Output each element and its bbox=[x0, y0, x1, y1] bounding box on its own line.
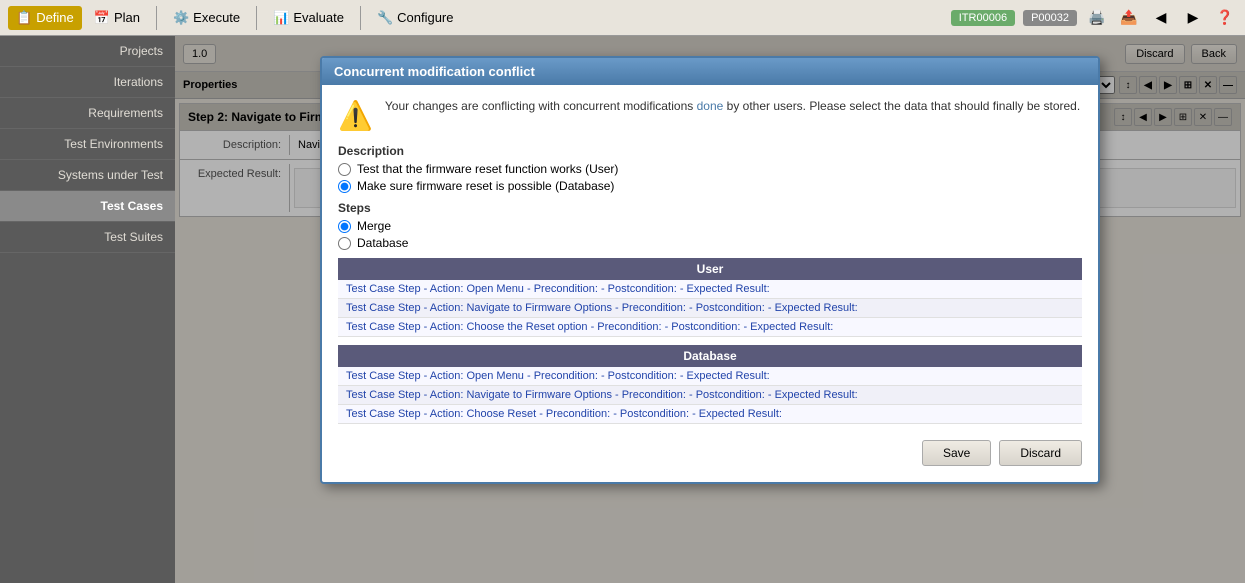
db-row-1: Test Case Step - Action: Open Menu - Pre… bbox=[338, 367, 1082, 386]
radio-user-desc-label: Test that the firmware reset function wo… bbox=[357, 162, 618, 176]
sidebar-item-projects[interactable]: Projects bbox=[0, 36, 175, 67]
export-icon[interactable]: 📤 bbox=[1117, 6, 1141, 30]
radio-database[interactable]: Database bbox=[338, 236, 1082, 250]
table-row: Test Case Step - Action: Navigate to Fir… bbox=[338, 299, 1082, 318]
content-area: 1.0 Discard Back Properties e View Mode … bbox=[175, 36, 1245, 583]
toolbar-plan[interactable]: 📅 Plan bbox=[86, 6, 148, 30]
radio-merge-input[interactable] bbox=[338, 220, 351, 233]
configure-icon: 🔧 bbox=[377, 10, 393, 26]
sidebar-item-test-cases[interactable]: Test Cases bbox=[0, 191, 175, 222]
dialog-warning: ⚠️ Your changes are conflicting with con… bbox=[338, 97, 1082, 132]
table-row: Test Case Step - Action: Open Menu - Pre… bbox=[338, 367, 1082, 386]
toolbar-right: ITR00006 P00032 🖨️ 📤 ◀ ▶ ❓ bbox=[951, 6, 1237, 30]
toolbar-separator bbox=[156, 6, 157, 30]
radio-merge[interactable]: Merge bbox=[338, 219, 1082, 233]
back-icon[interactable]: ◀ bbox=[1149, 6, 1173, 30]
sidebar-item-test-suites[interactable]: Test Suites bbox=[0, 222, 175, 253]
steps-section-label: Steps bbox=[338, 201, 1082, 215]
user-row-1: Test Case Step - Action: Open Menu - Pre… bbox=[338, 280, 1082, 299]
toolbar-configure[interactable]: 🔧 Configure bbox=[369, 6, 462, 30]
sidebar: Projects Iterations Requirements Test En… bbox=[0, 36, 175, 583]
discard-dialog-button[interactable]: Discard bbox=[999, 440, 1082, 466]
toolbar-separator-3 bbox=[360, 6, 361, 30]
execute-icon: ⚙️ bbox=[173, 10, 189, 26]
toolbar-define[interactable]: 📋 Define bbox=[8, 6, 82, 30]
warning-icon: ⚠️ bbox=[338, 99, 373, 132]
radio-user-desc[interactable]: Test that the firmware reset function wo… bbox=[338, 162, 1082, 176]
radio-user-desc-input[interactable] bbox=[338, 163, 351, 176]
table-row: Test Case Step - Action: Open Menu - Pre… bbox=[338, 280, 1082, 299]
user-row-3: Test Case Step - Action: Choose the Rese… bbox=[338, 318, 1082, 337]
description-section-label: Description bbox=[338, 144, 1082, 158]
toolbar-evaluate[interactable]: 📊 Evaluate bbox=[265, 6, 352, 30]
table-row: Test Case Step - Action: Choose Reset - … bbox=[338, 405, 1082, 424]
save-button[interactable]: Save bbox=[922, 440, 991, 466]
radio-database-input[interactable] bbox=[338, 237, 351, 250]
main-layout: Projects Iterations Requirements Test En… bbox=[0, 36, 1245, 583]
sidebar-item-requirements[interactable]: Requirements bbox=[0, 98, 175, 129]
conflict-dialog: Concurrent modification conflict ⚠️ Your… bbox=[320, 56, 1100, 484]
table-row: Test Case Step - Action: Navigate to Fir… bbox=[338, 386, 1082, 405]
sidebar-item-test-environments[interactable]: Test Environments bbox=[0, 129, 175, 160]
warning-text: Your changes are conflicting with concur… bbox=[385, 97, 1080, 115]
evaluate-icon: 📊 bbox=[273, 10, 289, 26]
define-icon: 📋 bbox=[16, 10, 32, 26]
radio-db-desc-input[interactable] bbox=[338, 180, 351, 193]
done-link[interactable]: done bbox=[697, 99, 724, 113]
database-table: Database Test Case Step - Action: Open M… bbox=[338, 345, 1082, 424]
radio-db-desc-label: Make sure firmware reset is possible (Da… bbox=[357, 179, 614, 193]
user-table-header: User bbox=[338, 258, 1082, 280]
print-icon[interactable]: 🖨️ bbox=[1085, 6, 1109, 30]
dialog-footer: Save Discard bbox=[338, 432, 1082, 470]
sidebar-item-systems-under-test[interactable]: Systems under Test bbox=[0, 160, 175, 191]
plan-icon: 📅 bbox=[94, 10, 110, 26]
toolbar-separator-2 bbox=[256, 6, 257, 30]
radio-merge-label: Merge bbox=[357, 219, 391, 233]
database-table-header: Database bbox=[338, 345, 1082, 367]
help-icon[interactable]: ❓ bbox=[1213, 6, 1237, 30]
toolbar-execute[interactable]: ⚙️ Execute bbox=[165, 6, 248, 30]
forward-icon[interactable]: ▶ bbox=[1181, 6, 1205, 30]
user-row-2: Test Case Step - Action: Navigate to Fir… bbox=[338, 299, 1082, 318]
radio-db-desc[interactable]: Make sure firmware reset is possible (Da… bbox=[338, 179, 1082, 193]
dialog-body: ⚠️ Your changes are conflicting with con… bbox=[322, 85, 1098, 482]
itr-badge[interactable]: ITR00006 bbox=[951, 10, 1015, 26]
db-row-3: Test Case Step - Action: Choose Reset - … bbox=[338, 405, 1082, 424]
top-toolbar: 📋 Define 📅 Plan ⚙️ Execute 📊 Evaluate 🔧 … bbox=[0, 0, 1245, 36]
p-badge[interactable]: P00032 bbox=[1023, 10, 1077, 26]
sidebar-item-iterations[interactable]: Iterations bbox=[0, 67, 175, 98]
dialog-title: Concurrent modification conflict bbox=[322, 58, 1098, 85]
radio-database-label: Database bbox=[357, 236, 408, 250]
db-row-2: Test Case Step - Action: Navigate to Fir… bbox=[338, 386, 1082, 405]
table-row: Test Case Step - Action: Choose the Rese… bbox=[338, 318, 1082, 337]
user-table: User Test Case Step - Action: Open Menu … bbox=[338, 258, 1082, 337]
dialog-overlay: Concurrent modification conflict ⚠️ Your… bbox=[175, 36, 1245, 583]
